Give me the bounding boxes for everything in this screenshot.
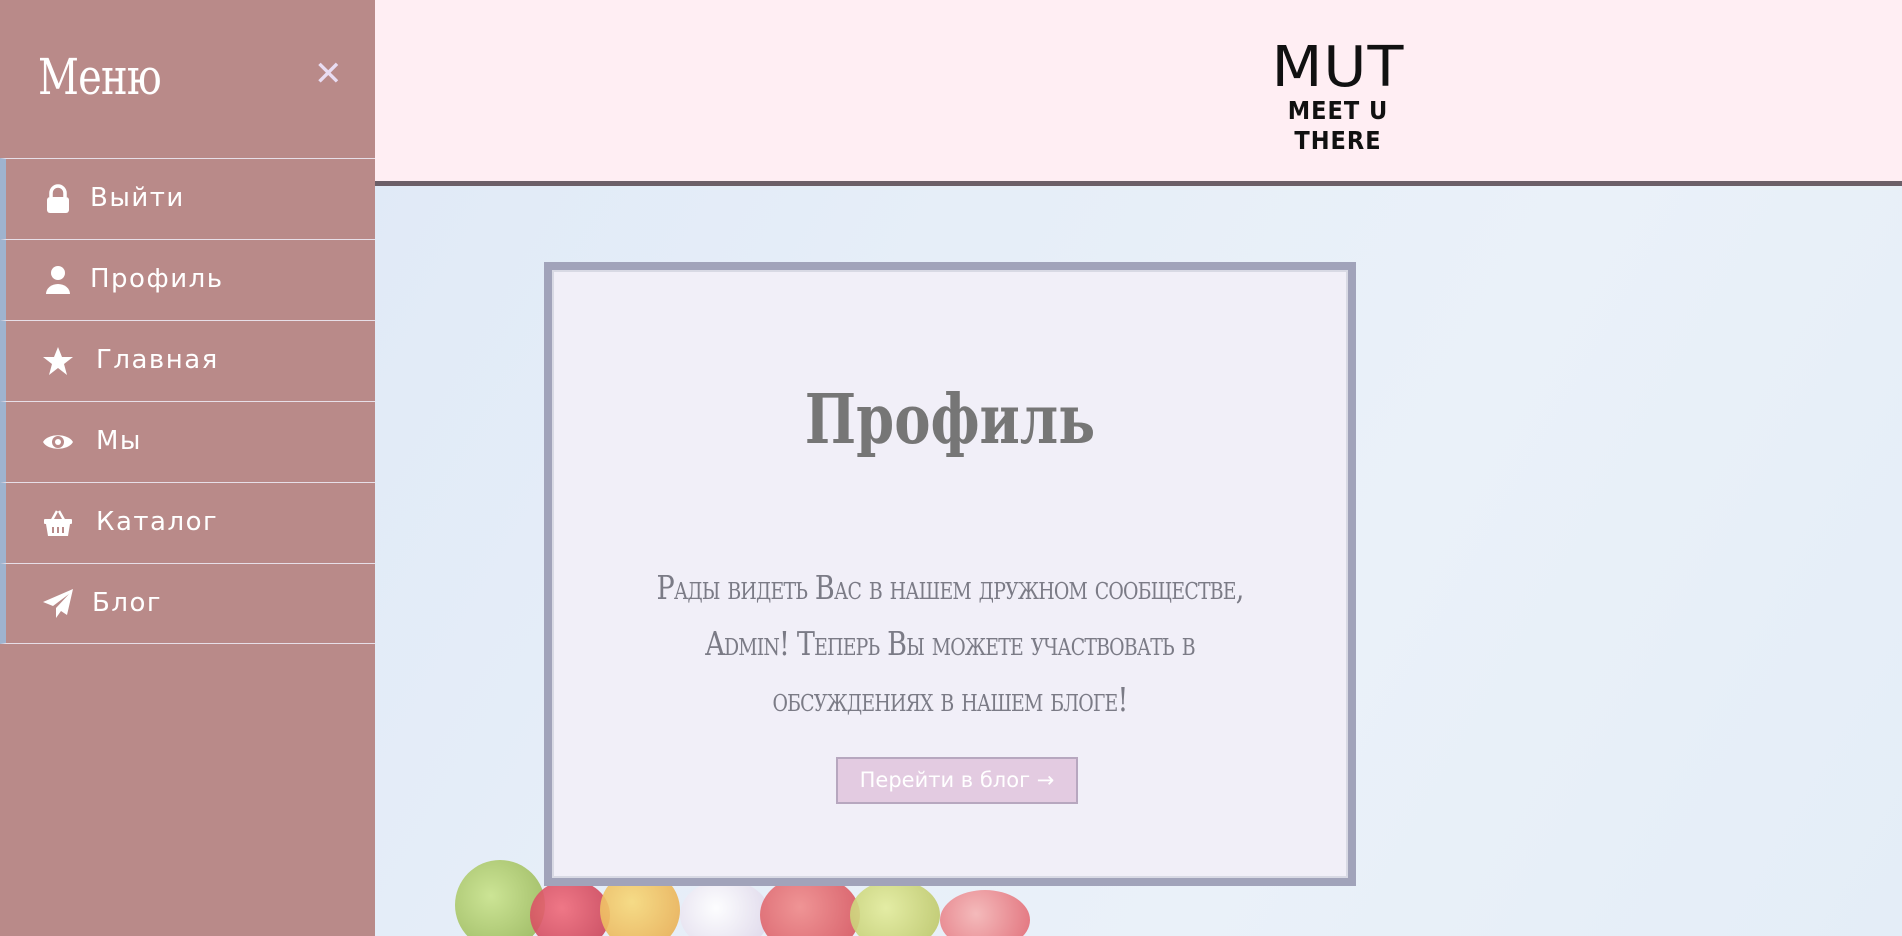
user-icon: [46, 266, 70, 294]
sidebar-item-label: Блог: [92, 588, 163, 618]
candy-decoration: [940, 890, 1030, 936]
paper-plane-icon: [43, 589, 73, 618]
sidebar-item-about[interactable]: Мы: [0, 401, 375, 482]
eye-icon: [43, 435, 73, 449]
welcome-message: Рады видеть Вас в нашем дружном сообщест…: [656, 568, 1244, 719]
page-title: Профиль: [804, 380, 1096, 460]
go-to-blog-button[interactable]: Перейти в блог →: [836, 757, 1078, 804]
candy-decoration: [530, 880, 610, 936]
site-header: MUT MEET U THERE: [375, 0, 1902, 186]
sidebar-item-profile[interactable]: Профиль: [0, 239, 375, 320]
sidebar-item-blog[interactable]: Блог: [0, 563, 375, 644]
menu-list: Выйти Профиль Главная Мы Каталог Блог: [0, 158, 375, 644]
sidebar-item-label: Профиль: [90, 264, 224, 294]
sidebar-item-home[interactable]: Главная: [0, 320, 375, 401]
logo-sub-text: MEET U THERE: [1287, 96, 1389, 155]
candy-decoration: [850, 880, 940, 936]
sidebar-item-label: Мы: [96, 426, 142, 456]
profile-card: Профиль Рады видеть Вас в нашем дружном …: [544, 262, 1356, 886]
logo-main-text: MUT: [1271, 35, 1405, 100]
logo[interactable]: MUT MEET U THERE: [1243, 40, 1433, 156]
basket-icon: [44, 510, 72, 536]
star-icon: [43, 347, 73, 375]
sidebar-item-label: Каталог: [96, 507, 219, 537]
sidebar-menu: Меню ✕ Выйти Профиль Главная Мы Каталог …: [0, 0, 375, 936]
sidebar-item-logout[interactable]: Выйти: [0, 158, 375, 239]
menu-title: Меню: [38, 48, 162, 106]
sidebar-item-label: Главная: [96, 345, 219, 375]
lock-icon: [47, 184, 69, 213]
sidebar-item-catalog[interactable]: Каталог: [0, 482, 375, 563]
candy-decoration: [680, 880, 770, 936]
sidebar-item-label: Выйти: [90, 183, 185, 213]
close-icon[interactable]: ✕: [314, 57, 343, 91]
